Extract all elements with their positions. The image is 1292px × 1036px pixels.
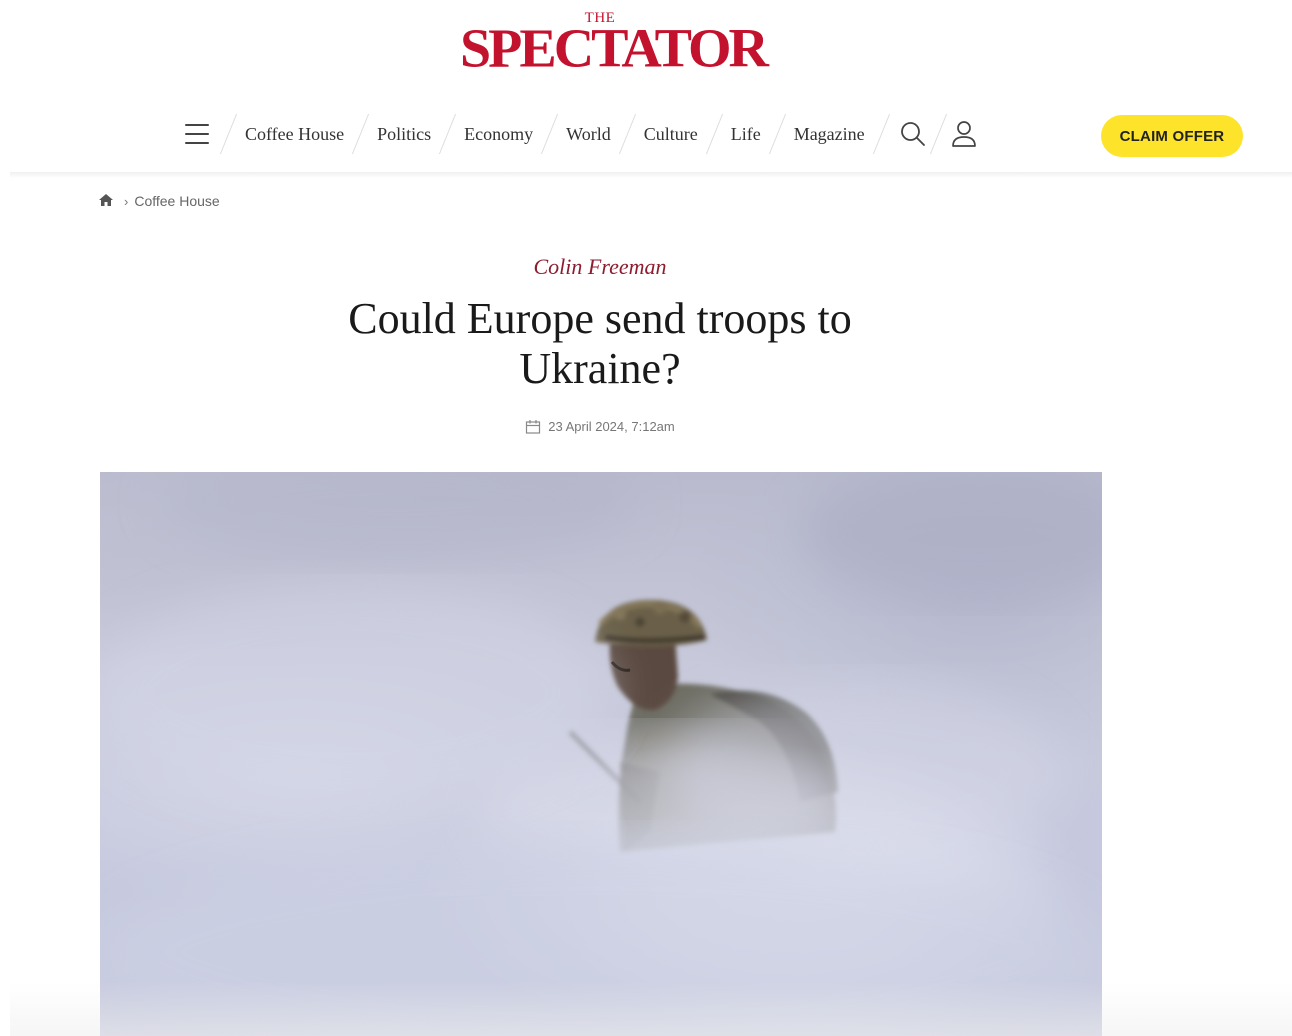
hero-image <box>100 472 1102 1036</box>
nav-link-culture[interactable]: Culture <box>644 124 698 145</box>
nav-divider <box>618 114 636 154</box>
header-divider <box>10 172 1292 178</box>
publish-date-text: 23 April 2024, 7:12am <box>548 419 675 434</box>
spectator-logo[interactable]: THE SPECTATOR <box>460 8 769 80</box>
chevron-right-icon: › <box>124 193 129 209</box>
nav-link-magazine[interactable]: Magazine <box>794 124 865 145</box>
nav-link-world[interactable]: World <box>566 124 611 145</box>
claim-offer-button[interactable]: CLAIM OFFER <box>1101 115 1243 157</box>
breadcrumb-section-link[interactable]: Coffee House <box>134 193 219 209</box>
nav-divider <box>768 114 786 154</box>
breadcrumb: › Coffee House <box>98 191 220 211</box>
nav-link-coffee-house[interactable]: Coffee House <box>245 124 344 145</box>
nav-divider <box>705 114 723 154</box>
nav-divider <box>872 114 890 154</box>
article-headline: Could Europe send troops to Ukraine? <box>348 294 852 393</box>
nav-link-life[interactable]: Life <box>731 124 761 145</box>
search-icon[interactable] <box>898 119 928 149</box>
author-byline[interactable]: Colin Freeman <box>0 254 1200 280</box>
user-icon[interactable] <box>949 119 979 149</box>
masthead: THE SPECTATOR <box>0 0 1292 96</box>
soldier-photo <box>100 472 1102 1036</box>
nav-divider <box>541 114 559 154</box>
nav-link-economy[interactable]: Economy <box>464 124 533 145</box>
nav-divider <box>439 114 457 154</box>
nav-divider <box>352 114 370 154</box>
logo-wordmark: SPECTATOR <box>460 18 769 80</box>
nav-link-politics[interactable]: Politics <box>377 124 431 145</box>
nav-divider <box>219 114 238 154</box>
publish-date: 23 April 2024, 7:12am <box>0 419 1200 434</box>
main-nav: Coffee House Politics Economy World Cult… <box>0 108 1292 164</box>
nav-divider <box>929 114 947 154</box>
hamburger-menu-icon[interactable] <box>182 122 212 146</box>
home-icon[interactable] <box>98 193 114 210</box>
calendar-icon <box>526 420 541 434</box>
